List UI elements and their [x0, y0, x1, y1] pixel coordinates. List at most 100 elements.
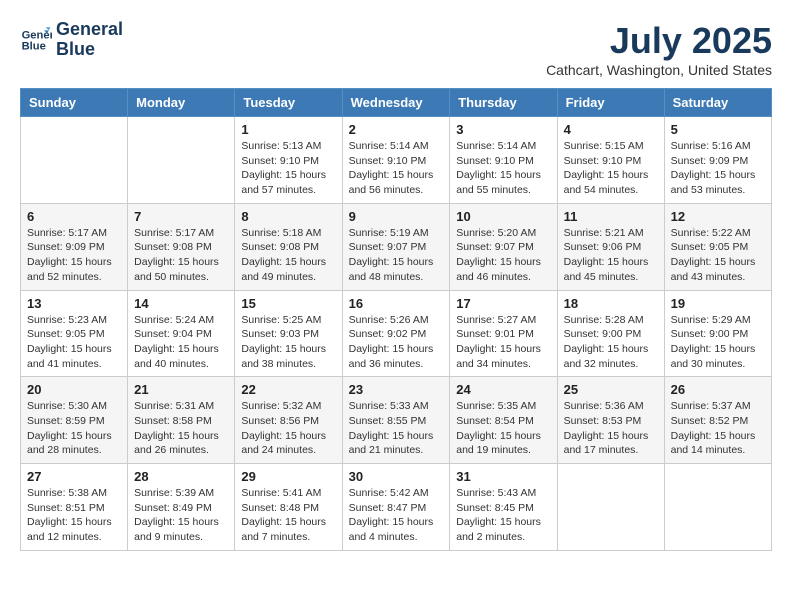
day-info: Sunrise: 5:28 AM Sunset: 9:00 PM Dayligh… [564, 313, 658, 372]
day-number: 3 [456, 122, 550, 137]
day-info: Sunrise: 5:21 AM Sunset: 9:06 PM Dayligh… [564, 226, 658, 285]
calendar-cell: 24 Sunrise: 5:35 AM Sunset: 8:54 PM Dayli… [450, 377, 557, 464]
title-section: July 2025 Cathcart, Washington, United S… [546, 20, 772, 78]
calendar-cell: 10 Sunrise: 5:20 AM Sunset: 9:07 PM Dayli… [450, 203, 557, 290]
calendar-cell [128, 117, 235, 204]
day-number: 26 [671, 382, 765, 397]
calendar-week-row: 1 Sunrise: 5:13 AM Sunset: 9:10 PM Daylig… [21, 117, 772, 204]
day-number: 4 [564, 122, 658, 137]
day-number: 7 [134, 209, 228, 224]
day-number: 24 [456, 382, 550, 397]
day-number: 6 [27, 209, 121, 224]
day-number: 20 [27, 382, 121, 397]
calendar-cell: 2Sunrise: 5:14 AM Sunset: 9:10 PM Daylig… [342, 117, 450, 204]
day-info: Sunrise: 5:41 AM Sunset: 8:48 PM Dayligh… [241, 486, 335, 545]
calendar-cell: 21Sunrise: 5:31 AM Sunset: 8:58 PM Dayli… [128, 377, 235, 464]
day-number: 14 [134, 296, 228, 311]
calendar-cell: 28Sunrise: 5:39 AM Sunset: 8:49 PM Dayli… [128, 464, 235, 551]
weekday-header-row: SundayMondayTuesdayWednesdayThursdayFrid… [21, 89, 772, 117]
day-info: Sunrise: 5:35 AM Sunset: 8:54 PM Dayligh… [456, 399, 550, 458]
calendar-week-row: 6 Sunrise: 5:17 AM Sunset: 9:09 PM Daylig… [21, 203, 772, 290]
weekday-header: Saturday [664, 89, 771, 117]
day-info: Sunrise: 5:36 AM Sunset: 8:53 PM Dayligh… [564, 399, 658, 458]
day-number: 16 [349, 296, 444, 311]
calendar-cell: 16 Sunrise: 5:26 AM Sunset: 9:02 PM Dayli… [342, 290, 450, 377]
calendar-cell: 1 Sunrise: 5:13 AM Sunset: 9:10 PM Daylig… [235, 117, 342, 204]
calendar-cell: 13Sunrise: 5:23 AM Sunset: 9:05 PM Dayli… [21, 290, 128, 377]
day-info: Sunrise: 5:31 AM Sunset: 8:58 PM Dayligh… [134, 399, 228, 458]
day-info: Sunrise: 5:13 AM Sunset: 9:10 PM Dayligh… [241, 139, 335, 198]
day-info: Sunrise: 5:16 AM Sunset: 9:09 PM Dayligh… [671, 139, 765, 198]
logo-line1: General [56, 20, 123, 40]
calendar-cell: 8Sunrise: 5:18 AM Sunset: 9:08 PM Daylig… [235, 203, 342, 290]
day-number: 5 [671, 122, 765, 137]
day-number: 1 [241, 122, 335, 137]
calendar-table: SundayMondayTuesdayWednesdayThursdayFrid… [20, 88, 772, 551]
day-info: Sunrise: 5:29 AM Sunset: 9:00 PM Dayligh… [671, 313, 765, 372]
day-info: Sunrise: 5:38 AM Sunset: 8:51 PM Dayligh… [27, 486, 121, 545]
calendar-week-row: 20 Sunrise: 5:30 AM Sunset: 8:59 PM Dayli… [21, 377, 772, 464]
day-number: 11 [564, 209, 658, 224]
calendar-cell: 19 Sunrise: 5:29 AM Sunset: 9:00 PM Dayli… [664, 290, 771, 377]
location: Cathcart, Washington, United States [546, 62, 772, 78]
day-number: 9 [349, 209, 444, 224]
day-number: 17 [456, 296, 550, 311]
day-info: Sunrise: 5:42 AM Sunset: 8:47 PM Dayligh… [349, 486, 444, 545]
calendar-cell: 18 Sunrise: 5:28 AM Sunset: 9:00 PM Dayli… [557, 290, 664, 377]
calendar-cell: 23Sunrise: 5:33 AM Sunset: 8:55 PM Dayli… [342, 377, 450, 464]
day-info: Sunrise: 5:15 AM Sunset: 9:10 PM Dayligh… [564, 139, 658, 198]
day-number: 31 [456, 469, 550, 484]
calendar-cell: 12Sunrise: 5:22 AM Sunset: 9:05 PM Dayli… [664, 203, 771, 290]
calendar-cell: 6 Sunrise: 5:17 AM Sunset: 9:09 PM Daylig… [21, 203, 128, 290]
day-info: Sunrise: 5:43 AM Sunset: 8:45 PM Dayligh… [456, 486, 550, 545]
calendar-cell: 26Sunrise: 5:37 AM Sunset: 8:52 PM Dayli… [664, 377, 771, 464]
logo-icon: General Blue [20, 24, 52, 56]
day-number: 18 [564, 296, 658, 311]
calendar-cell: 17 Sunrise: 5:27 AM Sunset: 9:01 PM Dayli… [450, 290, 557, 377]
weekday-header: Friday [557, 89, 664, 117]
calendar-cell [21, 117, 128, 204]
day-number: 22 [241, 382, 335, 397]
day-info: Sunrise: 5:30 AM Sunset: 8:59 PM Dayligh… [27, 399, 121, 458]
day-number: 10 [456, 209, 550, 224]
weekday-header: Wednesday [342, 89, 450, 117]
day-number: 15 [241, 296, 335, 311]
day-info: Sunrise: 5:17 AM Sunset: 9:08 PM Dayligh… [134, 226, 228, 285]
day-number: 27 [27, 469, 121, 484]
calendar-week-row: 13Sunrise: 5:23 AM Sunset: 9:05 PM Dayli… [21, 290, 772, 377]
calendar-cell [664, 464, 771, 551]
calendar-cell: 14 Sunrise: 5:24 AM Sunset: 9:04 PM Dayli… [128, 290, 235, 377]
calendar-cell: 15 Sunrise: 5:25 AM Sunset: 9:03 PM Dayli… [235, 290, 342, 377]
day-info: Sunrise: 5:19 AM Sunset: 9:07 PM Dayligh… [349, 226, 444, 285]
calendar-cell: 4 Sunrise: 5:15 AM Sunset: 9:10 PM Daylig… [557, 117, 664, 204]
day-number: 28 [134, 469, 228, 484]
calendar-cell: 5 Sunrise: 5:16 AM Sunset: 9:09 PM Daylig… [664, 117, 771, 204]
svg-text:Blue: Blue [22, 40, 46, 52]
calendar-week-row: 27 Sunrise: 5:38 AM Sunset: 8:51 PM Dayli… [21, 464, 772, 551]
calendar-cell: 20 Sunrise: 5:30 AM Sunset: 8:59 PM Dayli… [21, 377, 128, 464]
day-info: Sunrise: 5:26 AM Sunset: 9:02 PM Dayligh… [349, 313, 444, 372]
day-info: Sunrise: 5:20 AM Sunset: 9:07 PM Dayligh… [456, 226, 550, 285]
day-info: Sunrise: 5:14 AM Sunset: 9:10 PM Dayligh… [456, 139, 550, 198]
calendar-cell: 25 Sunrise: 5:36 AM Sunset: 8:53 PM Dayli… [557, 377, 664, 464]
logo-line2: Blue [56, 40, 123, 60]
weekday-header: Sunday [21, 89, 128, 117]
day-info: Sunrise: 5:25 AM Sunset: 9:03 PM Dayligh… [241, 313, 335, 372]
month-year: July 2025 [546, 20, 772, 62]
day-info: Sunrise: 5:24 AM Sunset: 9:04 PM Dayligh… [134, 313, 228, 372]
day-info: Sunrise: 5:17 AM Sunset: 9:09 PM Dayligh… [27, 226, 121, 285]
weekday-header: Thursday [450, 89, 557, 117]
day-number: 25 [564, 382, 658, 397]
page-header: General Blue General Blue July 2025 Cath… [20, 20, 772, 78]
day-info: Sunrise: 5:27 AM Sunset: 9:01 PM Dayligh… [456, 313, 550, 372]
day-number: 19 [671, 296, 765, 311]
day-info: Sunrise: 5:18 AM Sunset: 9:08 PM Dayligh… [241, 226, 335, 285]
logo: General Blue General Blue [20, 20, 123, 60]
day-info: Sunrise: 5:23 AM Sunset: 9:05 PM Dayligh… [27, 313, 121, 372]
calendar-cell: 7 Sunrise: 5:17 AM Sunset: 9:08 PM Daylig… [128, 203, 235, 290]
calendar-cell: 3 Sunrise: 5:14 AM Sunset: 9:10 PM Daylig… [450, 117, 557, 204]
calendar-cell: 29Sunrise: 5:41 AM Sunset: 8:48 PM Dayli… [235, 464, 342, 551]
weekday-header: Tuesday [235, 89, 342, 117]
calendar-cell: 22Sunrise: 5:32 AM Sunset: 8:56 PM Dayli… [235, 377, 342, 464]
calendar-cell: 11 Sunrise: 5:21 AM Sunset: 9:06 PM Dayli… [557, 203, 664, 290]
